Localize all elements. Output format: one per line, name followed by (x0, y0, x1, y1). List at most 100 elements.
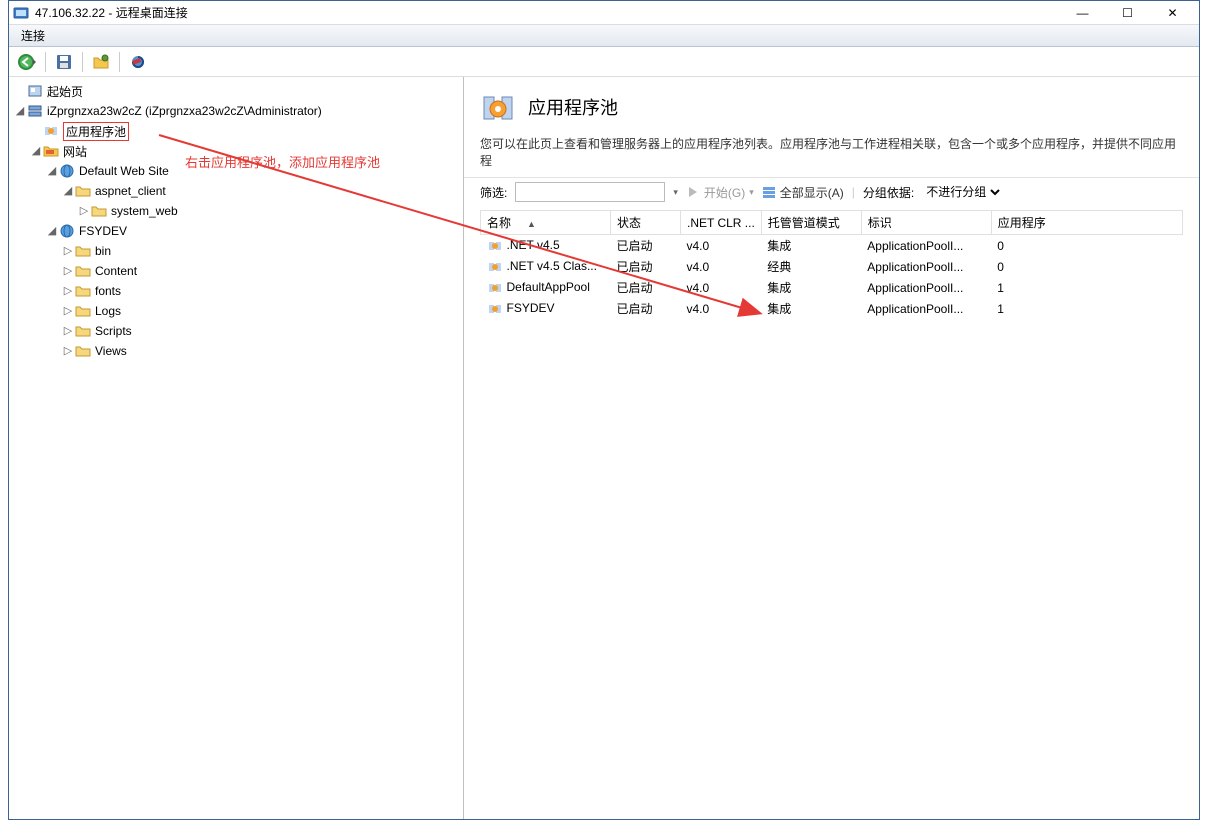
minimize-button[interactable]: — (1060, 2, 1105, 24)
title-bar: 47.106.32.22 - 远程桌面连接 — ☐ ✕ (9, 1, 1199, 25)
globe-icon (59, 223, 75, 239)
tree-folder-bin[interactable]: ▷ bin (11, 241, 463, 261)
toolbar (9, 47, 1199, 77)
pool-icon (487, 238, 503, 254)
tree-label: system_web (111, 204, 178, 218)
folder-icon (75, 323, 91, 339)
go-button[interactable]: 开始(G) ▾ (686, 184, 754, 201)
folder-icon (91, 203, 107, 219)
pool-icon (487, 280, 503, 296)
tree-label: fonts (95, 284, 121, 298)
tree-label: iZprgnzxa23w2cZ (iZprgnzxa23w2cZ\Adminis… (47, 104, 322, 118)
tree: 起始页 ◢ iZprgnzxa23w2cZ (iZprgnzxa23w2cZ\A… (9, 77, 463, 365)
collapse-icon[interactable]: ◢ (45, 164, 59, 178)
table-row[interactable]: FSYDEV 已启动 v4.0 集成 ApplicationPoolI... 1 (481, 298, 1183, 319)
show-all-icon (762, 185, 776, 199)
collapse-icon[interactable]: ◢ (29, 144, 43, 158)
col-apps[interactable]: 应用程序 (991, 211, 1182, 235)
tree-folder-views[interactable]: ▷ Views (11, 341, 463, 361)
open-button[interactable] (89, 50, 113, 74)
tree-app-pools[interactable]: 应用程序池 (11, 121, 463, 141)
separator (82, 52, 83, 72)
rdp-icon (13, 5, 29, 21)
show-all-button[interactable]: 全部显示(A) (762, 184, 844, 201)
expand-icon[interactable]: ▷ (61, 304, 75, 318)
pool-icon (487, 259, 503, 275)
col-pipeline[interactable]: 托管管道模式 (761, 211, 861, 235)
maximize-button[interactable]: ☐ (1105, 2, 1150, 24)
tree-label: Content (95, 264, 137, 278)
tree-label: Logs (95, 304, 121, 318)
expand-icon[interactable]: ▷ (61, 244, 75, 258)
app-pool-table: 名称▲ 状态 .NET CLR ... 托管管道模式 标识 应用程序 .NET … (480, 210, 1183, 319)
pool-icon (487, 301, 503, 317)
server-icon (27, 103, 43, 119)
expand-icon[interactable]: ▷ (77, 204, 91, 218)
filter-bar: 筛选: ▾ 开始(G) ▾ 全部显示(A) | 分组依据: 不进行分组 (464, 177, 1199, 206)
app-pools-icon (480, 89, 516, 125)
page-description: 您可以在此页上查看和管理服务器上的应用程序池列表。应用程序池与工作进程相关联，包… (464, 131, 1199, 177)
tree-label: Default Web Site (79, 164, 169, 178)
folder-icon (75, 283, 91, 299)
tree-label: bin (95, 244, 111, 258)
rdp-window: 47.106.32.22 - 远程桌面连接 — ☐ ✕ 连接 (8, 0, 1200, 820)
col-name[interactable]: 名称▲ (481, 211, 611, 235)
tree-label: Views (95, 344, 127, 358)
save-button[interactable] (52, 50, 76, 74)
annotation-text: 右击应用程序池，添加应用程序池 (185, 152, 380, 171)
collapse-icon[interactable]: ◢ (61, 184, 75, 198)
page-header: 应用程序池 (464, 77, 1199, 131)
table-row[interactable]: .NET v4.5 Clas... 已启动 v4.0 经典 Applicatio… (481, 256, 1183, 277)
folder-icon (75, 263, 91, 279)
filter-input[interactable] (515, 182, 665, 202)
globe-icon (59, 163, 75, 179)
col-identity[interactable]: 标识 (861, 211, 991, 235)
content-area: 起始页 ◢ iZprgnzxa23w2cZ (iZprgnzxa23w2cZ\A… (9, 77, 1199, 819)
sort-asc-icon: ▲ (511, 219, 536, 229)
app-pool-icon (43, 123, 59, 139)
tree-folder-fonts[interactable]: ▷ fonts (11, 281, 463, 301)
filter-label: 筛选: (480, 184, 507, 201)
tree-label: 网站 (63, 143, 87, 160)
folder-icon (75, 243, 91, 259)
expand-icon[interactable]: ▷ (61, 324, 75, 338)
tree-start-page[interactable]: 起始页 (11, 81, 463, 101)
tree-label: FSYDEV (79, 224, 127, 238)
filter-dropdown-icon[interactable]: ▾ (673, 187, 678, 198)
refresh-button[interactable] (126, 50, 150, 74)
col-clr[interactable]: .NET CLR ... (681, 211, 762, 235)
col-status[interactable]: 状态 (611, 211, 681, 235)
go-icon (686, 185, 700, 199)
back-button[interactable] (15, 50, 39, 74)
separator (45, 52, 46, 72)
close-button[interactable]: ✕ (1150, 2, 1195, 24)
tree-folder-sysweb[interactable]: ▷ system_web (11, 201, 463, 221)
tree-folder-aspnet[interactable]: ◢ aspnet_client (11, 181, 463, 201)
collapse-icon[interactable]: ◢ (13, 104, 27, 118)
menu-bar: 连接 (9, 25, 1199, 47)
table-row[interactable]: DefaultAppPool 已启动 v4.0 集成 ApplicationPo… (481, 277, 1183, 298)
expand-icon[interactable]: ▷ (61, 344, 75, 358)
title-text: 47.106.32.22 - 远程桌面连接 (35, 4, 1060, 21)
tree-folder-scripts[interactable]: ▷ Scripts (11, 321, 463, 341)
folder-icon (43, 143, 59, 159)
separator (119, 52, 120, 72)
tree-folder-logs[interactable]: ▷ Logs (11, 301, 463, 321)
folder-icon (75, 303, 91, 319)
tree-label: 应用程序池 (66, 125, 126, 139)
table-row[interactable]: .NET v4.5 已启动 v4.0 集成 ApplicationPoolI..… (481, 235, 1183, 257)
tree-folder-content[interactable]: ▷ Content (11, 261, 463, 281)
home-icon (27, 83, 43, 99)
connections-pane: 起始页 ◢ iZprgnzxa23w2cZ (iZprgnzxa23w2cZ\A… (9, 77, 464, 819)
menu-connect[interactable]: 连接 (15, 25, 51, 46)
main-pane: 应用程序池 您可以在此页上查看和管理服务器上的应用程序池列表。应用程序池与工作进… (464, 77, 1199, 819)
expand-icon[interactable]: ▷ (61, 284, 75, 298)
collapse-icon[interactable]: ◢ (45, 224, 59, 238)
tree-label: Scripts (95, 324, 132, 338)
expand-icon[interactable]: ▷ (61, 264, 75, 278)
group-select[interactable]: 不进行分组 (922, 184, 1003, 200)
tree-server[interactable]: ◢ iZprgnzxa23w2cZ (iZprgnzxa23w2cZ\Admin… (11, 101, 463, 121)
tree-label: aspnet_client (95, 184, 166, 198)
tree-site-fsydev[interactable]: ◢ FSYDEV (11, 221, 463, 241)
page-title: 应用程序池 (528, 94, 618, 120)
